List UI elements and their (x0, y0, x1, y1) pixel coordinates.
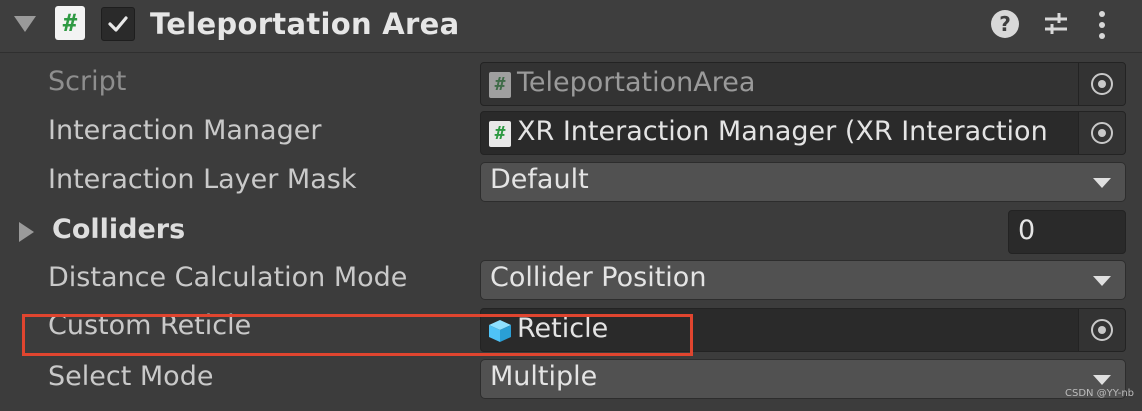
distance-calculation-mode-label: Distance Calculation Mode (48, 262, 408, 293)
colliders-count-value: 0 (1018, 215, 1036, 246)
context-menu-icon[interactable] (1095, 10, 1109, 40)
chevron-down-icon (1093, 375, 1111, 385)
script-icon: # (489, 121, 511, 147)
object-picker-icon (1091, 73, 1113, 95)
distance-calculation-mode-row: Distance Calculation Mode Collider Posit… (0, 256, 1142, 305)
foldout-expanded-icon[interactable] (14, 16, 36, 32)
custom-reticle-field[interactable]: Reticle (480, 308, 1126, 352)
script-field[interactable]: # TeleportationArea (480, 62, 1126, 106)
object-picker-button[interactable] (1078, 63, 1125, 105)
interaction-manager-value: XR Interaction Manager (XR Interaction (517, 116, 1048, 147)
distance-calculation-mode-dropdown[interactable]: Collider Position (480, 260, 1126, 300)
custom-reticle-row: Custom Reticle Reticle (0, 306, 1142, 355)
interaction-layer-mask-label: Interaction Layer Mask (48, 164, 357, 195)
preset-icon[interactable] (1042, 10, 1070, 38)
interaction-layer-mask-value: Default (490, 164, 589, 195)
chevron-down-icon (1093, 178, 1111, 188)
watermark: CSDN @YY-nb (1064, 388, 1134, 399)
help-icon[interactable]: ? (991, 10, 1019, 38)
script-label: Script (48, 66, 127, 97)
select-mode-value: Multiple (490, 361, 598, 392)
distance-calculation-mode-value: Collider Position (490, 262, 707, 293)
object-picker-button[interactable] (1078, 112, 1125, 154)
script-value: TeleportationArea (517, 67, 756, 98)
checkmark-icon (108, 16, 128, 32)
select-mode-label: Select Mode (48, 361, 214, 392)
foldout-collapsed-icon[interactable] (19, 222, 34, 242)
custom-reticle-label: Custom Reticle (48, 310, 252, 341)
interaction-manager-label: Interaction Manager (48, 115, 322, 146)
script-icon: # (55, 6, 85, 40)
colliders-row[interactable]: Colliders 0 (0, 208, 1142, 257)
chevron-down-icon (1093, 276, 1111, 286)
component-title: Teleportation Area (150, 7, 460, 41)
object-picker-button[interactable] (1078, 309, 1125, 351)
object-picker-icon (1091, 122, 1113, 144)
prefab-cube-icon (489, 320, 511, 342)
custom-reticle-value: Reticle (517, 313, 609, 344)
select-mode-row: Select Mode Multiple (0, 355, 1142, 404)
select-mode-dropdown[interactable]: Multiple (480, 359, 1126, 399)
component-header[interactable]: # Teleportation Area ? (0, 0, 1142, 53)
script-icon: # (489, 72, 511, 98)
interaction-layer-mask-row: Interaction Layer Mask Default (0, 158, 1142, 207)
interaction-layer-mask-dropdown[interactable]: Default (480, 162, 1126, 202)
colliders-label[interactable]: Colliders (52, 214, 185, 245)
component-enabled-checkbox[interactable] (101, 7, 135, 41)
colliders-count-field[interactable]: 0 (1008, 210, 1126, 254)
object-picker-icon (1091, 319, 1113, 341)
interaction-manager-field[interactable]: # XR Interaction Manager (XR Interaction (480, 111, 1126, 155)
interaction-manager-row: Interaction Manager # XR Interaction Man… (0, 109, 1142, 158)
script-row: Script # TeleportationArea (0, 60, 1142, 109)
